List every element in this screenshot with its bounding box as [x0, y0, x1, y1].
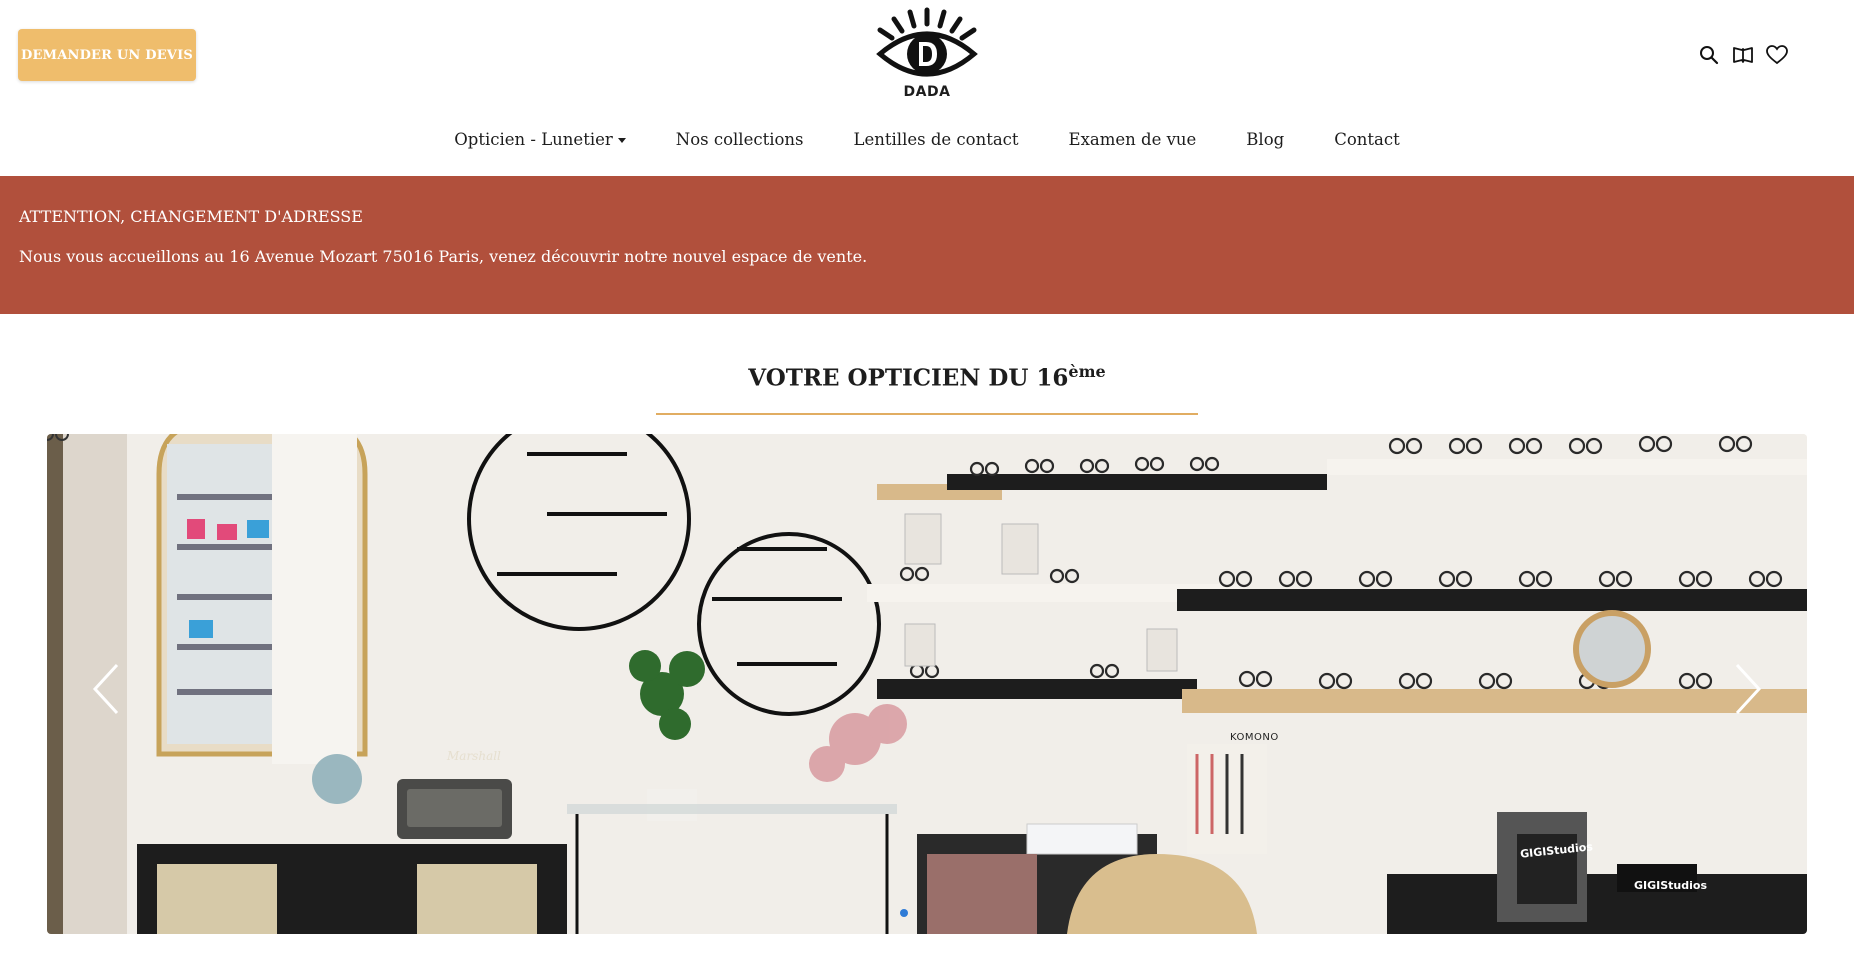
request-quote-button[interactable]: DEMANDER UN DEVIS — [18, 29, 196, 81]
search-icon[interactable] — [1698, 44, 1720, 66]
main-nav: Opticien - Lunetier Nos collections Lent… — [0, 130, 1854, 149]
nav-item-blog[interactable]: Blog — [1221, 130, 1309, 149]
nav-item-opticien[interactable]: Opticien - Lunetier — [429, 130, 651, 149]
book-icon[interactable] — [1732, 44, 1754, 66]
caret-down-icon — [617, 138, 626, 143]
section-title-sup: ème — [1068, 362, 1106, 381]
heart-icon[interactable] — [1766, 44, 1788, 66]
section-title: VOTRE OPTICIEN DU 16ème — [0, 362, 1854, 392]
dada-logo[interactable]: DADA — [872, 6, 982, 104]
section-title-text: VOTRE OPTICIEN DU 16 — [748, 364, 1069, 392]
komono-sign: KOMONO — [1230, 732, 1279, 743]
nav-item-examen[interactable]: Examen de vue — [1044, 130, 1222, 149]
nav-item-contact[interactable]: Contact — [1309, 130, 1425, 149]
banner-text: Nous vous accueillons au 16 Avenue Mozar… — [19, 247, 868, 266]
speaker-brand-label: Marshall — [447, 749, 501, 763]
eye-logo-icon — [876, 7, 978, 77]
chevron-left-icon — [92, 663, 119, 715]
header-icon-bar — [1698, 44, 1788, 66]
carousel-prev-button[interactable] — [87, 659, 127, 719]
title-divider — [656, 413, 1198, 415]
nav-item-collections[interactable]: Nos collections — [651, 130, 829, 149]
chevron-right-icon — [1735, 663, 1762, 715]
logo-wordmark: DADA — [903, 84, 951, 100]
carousel-next-button[interactable] — [1727, 659, 1767, 719]
nav-item-label: Opticien - Lunetier — [454, 130, 613, 149]
address-change-banner: ATTENTION, CHANGEMENT D'ADRESSE Nous vou… — [0, 176, 1854, 314]
carousel-indicator-active[interactable] — [900, 909, 908, 917]
nav-item-lentilles[interactable]: Lentilles de contact — [829, 130, 1044, 149]
banner-title: ATTENTION, CHANGEMENT D'ADRESSE — [19, 207, 363, 226]
store-photo — [47, 434, 1807, 934]
gigi-box-label: GIGIStudios — [1634, 879, 1708, 892]
store-image-carousel[interactable]: KOMONO GIGIStudios GIGIStudios Marshall — [47, 434, 1807, 934]
